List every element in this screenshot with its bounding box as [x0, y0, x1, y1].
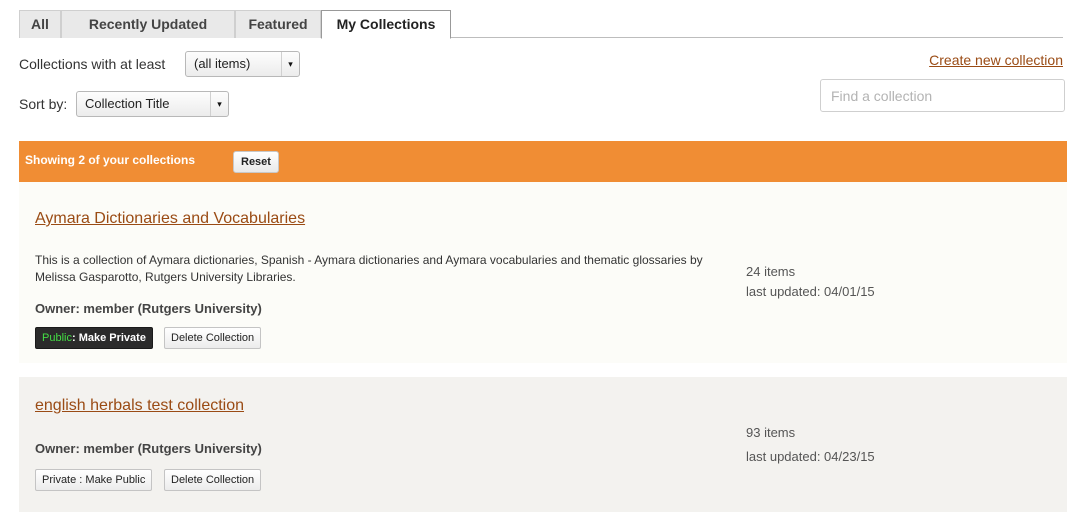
make-public-button[interactable]: Private : Make Public — [35, 469, 153, 491]
delete-collection-button[interactable]: Delete Collection — [164, 327, 262, 349]
tab-all[interactable]: All — [19, 10, 61, 38]
chevron-down-icon: ▾ — [210, 92, 228, 116]
sort-label: Sort by: — [19, 96, 68, 112]
results-count: Showing 2 of your collections — [25, 153, 196, 167]
tab-my-collections[interactable]: My Collections — [321, 10, 451, 39]
min-items-value: (all items) — [194, 56, 251, 71]
collection-title-link[interactable]: english herbals test collection — [35, 397, 244, 415]
min-items-select[interactable]: (all items) ▾ — [185, 51, 300, 77]
create-collection-link[interactable]: Create new collection — [929, 52, 1063, 68]
collection-item: Aymara Dictionaries and Vocabularies Thi… — [19, 182, 1067, 363]
collection-owner: Owner: member (Rutgers University) — [35, 441, 262, 456]
chevron-down-icon: ▾ — [281, 52, 299, 76]
delete-collection-button[interactable]: Delete Collection — [164, 469, 262, 491]
visibility-state: Public — [42, 332, 72, 344]
reset-button[interactable]: Reset — [233, 151, 279, 173]
collection-item-count: 24 items — [746, 264, 796, 279]
results-bar: Showing 2 of your collections Reset — [19, 141, 1067, 182]
tab-featured[interactable]: Featured — [235, 10, 321, 38]
visibility-action: : Make Private — [71, 332, 146, 344]
collection-item-count: 93 items — [746, 425, 796, 440]
collection-owner: Owner: member (Rutgers University) — [35, 301, 262, 316]
collection-last-updated: last updated: 04/01/15 — [746, 284, 875, 299]
tab-recently-updated[interactable]: Recently Updated — [61, 10, 235, 38]
find-collection-input[interactable] — [820, 79, 1065, 112]
min-items-label: Collections with at least — [19, 56, 166, 72]
collection-item: english herbals test collection Owner: m… — [19, 377, 1067, 512]
collection-title-link[interactable]: Aymara Dictionaries and Vocabularies — [35, 210, 305, 228]
sort-select[interactable]: Collection Title ▾ — [76, 91, 229, 117]
collection-tabs: All Recently Updated Featured My Collect… — [19, 10, 1063, 39]
sort-value: Collection Title — [85, 96, 170, 111]
collection-description: This is a collection of Aymara dictionar… — [35, 253, 703, 284]
collection-last-updated: last updated: 04/23/15 — [746, 449, 875, 464]
make-private-button[interactable]: Public: Make Private — [35, 327, 153, 349]
